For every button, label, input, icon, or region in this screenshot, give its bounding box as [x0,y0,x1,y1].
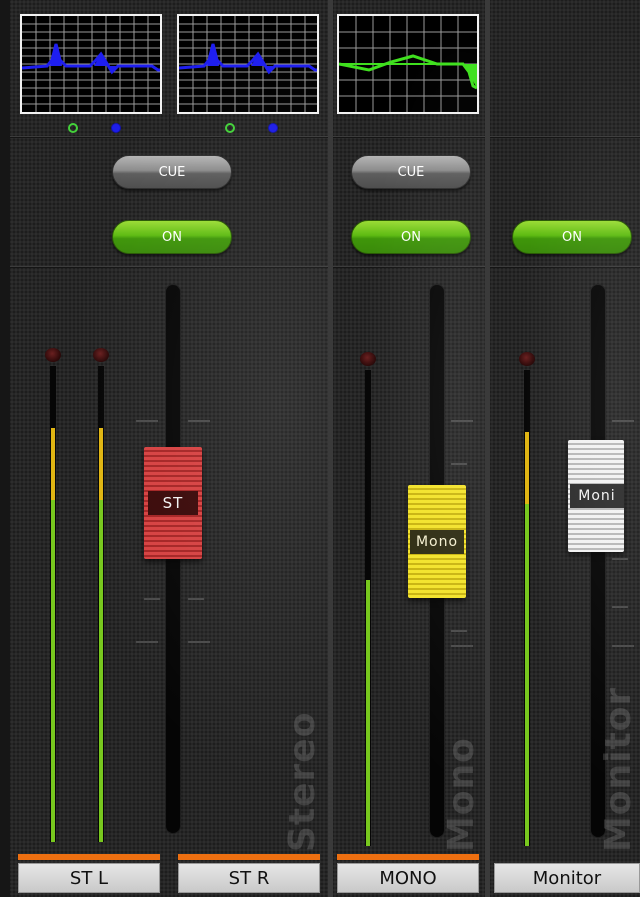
peak-hold-indicator [519,352,535,366]
meter-yellow-zone [51,428,55,500]
eq-graph-st-l [22,16,160,112]
channel-color-bar [178,854,320,860]
on-button-stereo[interactable]: ON [112,220,232,254]
eq-on-ring-icon [225,123,235,133]
eq-filled-dot-icon [111,123,121,133]
fader-label: Mono [410,529,464,554]
fader-label: ST [148,491,198,515]
peak-hold-indicator [93,348,109,362]
mono-channel-panel: CUE ON Mono Mono MONO [333,0,485,897]
meter-green-fill [366,580,370,846]
scale-tick [612,606,628,608]
channel-name-monitor[interactable]: Monitor [494,863,640,893]
section-divider [490,136,640,138]
meter-yellow-zone [99,428,103,500]
scale-tick [144,598,160,600]
scale-tick [451,463,467,465]
scale-tick [188,420,210,422]
level-meter-mono [365,370,371,846]
channel-name-mono[interactable]: MONO [337,863,479,893]
fader-knob-monitor[interactable]: Moni [568,440,624,552]
scale-tick [188,641,210,643]
monitor-channel-panel: ON Moni Monitor Monitor [490,0,640,897]
channel-watermark: Monitor [598,686,639,852]
cue-button-mono[interactable]: CUE [351,155,471,189]
fader-label: Moni [570,484,624,508]
scale-tick [451,645,473,647]
eq-on-ring-icon [68,123,78,133]
section-divider [490,266,640,268]
channel-color-bar [337,854,479,860]
peak-hold-indicator [45,348,61,362]
scale-tick [136,420,158,422]
eq-graph-st-r [179,16,317,112]
channel-watermark: Mono [441,737,482,852]
scale-tick [612,558,628,560]
scale-tick [136,641,158,643]
eq-display-st-r[interactable] [177,14,319,114]
stereo-channel-panel: CUE ON ST Stereo ST L ST R [10,0,328,897]
eq-display-mono[interactable] [337,14,479,114]
scale-tick [451,630,467,632]
meter-yellow-zone [525,432,529,504]
level-meter-st-l [50,366,56,842]
scale-tick [188,598,204,600]
section-divider [10,266,328,268]
eq-filled-dot-icon [268,123,278,133]
peak-hold-indicator [360,352,376,366]
section-divider [333,266,485,268]
fader-knob-mono[interactable]: Mono [408,485,466,598]
scale-tick [612,645,634,647]
on-button-monitor[interactable]: ON [512,220,632,254]
channel-watermark: Stereo [282,711,323,852]
level-meter-monitor [524,370,530,846]
eq-display-st-l[interactable] [20,14,162,114]
fader-knob-stereo[interactable]: ST [144,447,202,559]
on-button-mono[interactable]: ON [351,220,471,254]
channel-name-st-l[interactable]: ST L [18,863,160,893]
channel-color-bar [18,854,160,860]
section-divider [333,136,485,138]
scale-tick [612,420,634,422]
level-meter-st-r [98,366,104,842]
eq-graph-mono [339,16,477,112]
cue-button-stereo[interactable]: CUE [112,155,232,189]
fader-track-stereo[interactable] [165,284,181,834]
eq-divider [169,114,170,136]
section-divider [10,136,328,138]
scale-tick [451,420,473,422]
channel-name-st-r[interactable]: ST R [178,863,320,893]
